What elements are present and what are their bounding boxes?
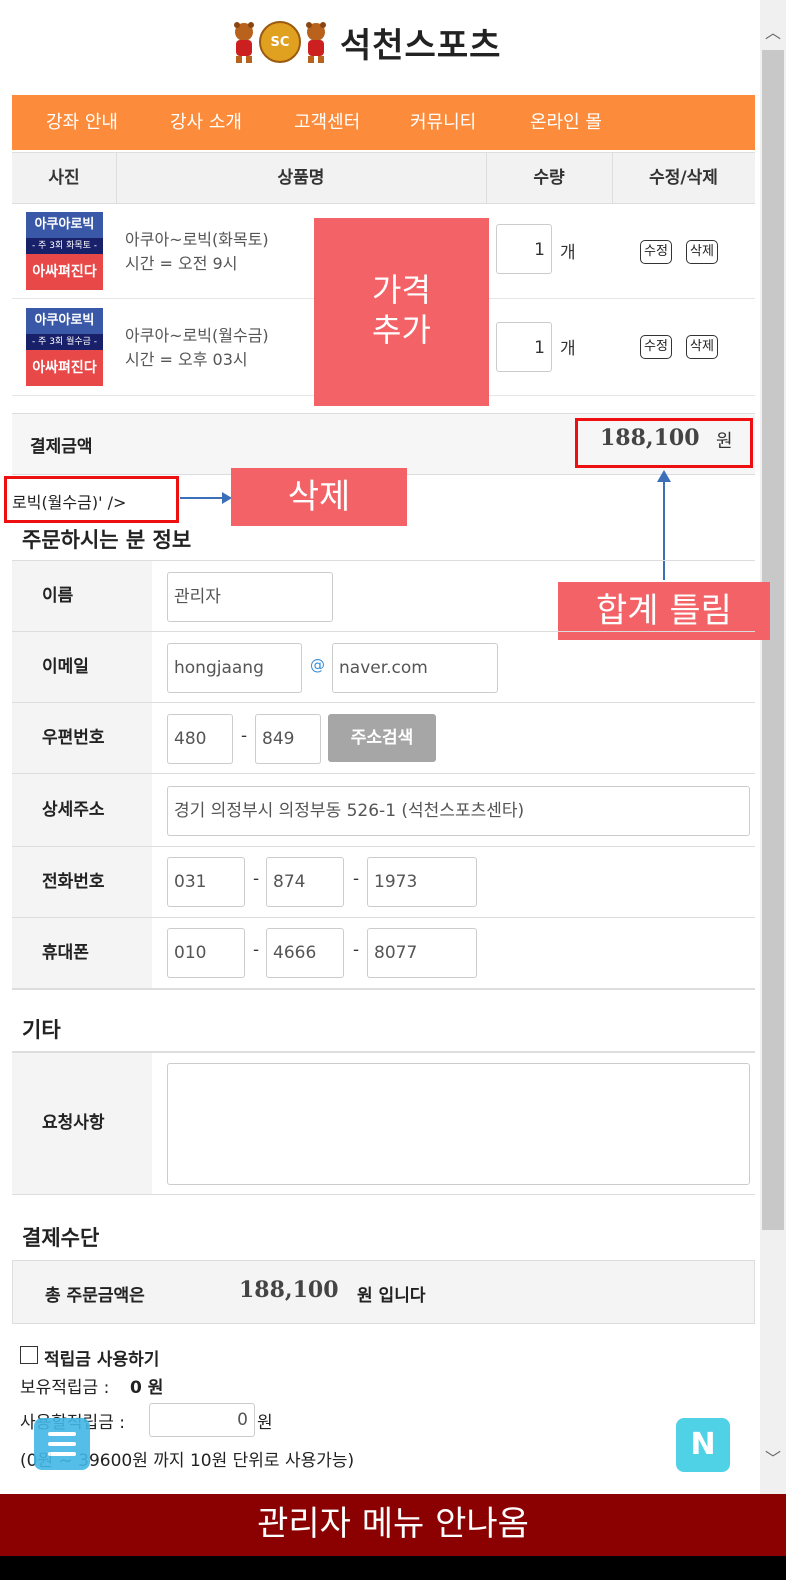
mobile-dash: - bbox=[253, 940, 260, 960]
product-thumbnail[interactable]: 아쿠아로빅 - 주 3회 화목토 - 아싸펴진다 bbox=[26, 212, 103, 290]
address-label: 상세주소 bbox=[12, 774, 152, 846]
phone-field-1[interactable]: 031 bbox=[167, 857, 245, 907]
quantity-unit: 개 bbox=[560, 339, 576, 359]
phone-field-3[interactable]: 1973 bbox=[367, 857, 477, 907]
annotation-price-add: 가격 추가 bbox=[314, 218, 489, 406]
site-title: 석천스포츠 bbox=[340, 25, 502, 66]
bear-mascot-icon bbox=[234, 22, 254, 63]
phone-field-2[interactable]: 874 bbox=[266, 857, 344, 907]
points-use-input[interactable]: 0 bbox=[149, 1403, 255, 1437]
name-field[interactable]: 관리자 bbox=[167, 572, 333, 622]
address-field[interactable]: 경기 의정부시 의정부동 526-1 (석천스포츠센타) bbox=[167, 786, 750, 836]
request-textarea[interactable] bbox=[167, 1063, 750, 1185]
nav-item-community[interactable]: 커뮤니티 bbox=[410, 95, 476, 150]
annotation-arrow bbox=[663, 480, 665, 580]
name-label: 이름 bbox=[12, 561, 152, 631]
phone-dash: - bbox=[353, 869, 360, 889]
email-at-sign: @ bbox=[310, 656, 325, 674]
mobile-label: 휴대폰 bbox=[12, 918, 152, 988]
logo-badge: SC bbox=[259, 21, 301, 63]
phone-dash: - bbox=[253, 869, 260, 889]
total-order-suffix: 원 입니다 bbox=[357, 1286, 426, 1306]
product-thumbnail[interactable]: 아쿠아로빅 - 주 3회 월수금 - 아싸펴진다 bbox=[26, 308, 103, 386]
points-checkbox-label[interactable]: 적립금 사용하기 bbox=[44, 1345, 159, 1370]
col-edit-delete: 수정/삭제 bbox=[649, 168, 718, 188]
payment-amount-unit: 원 bbox=[716, 431, 733, 452]
total-order-box: 총 주문금액은 188,100 원 입니다 bbox=[12, 1260, 755, 1324]
payment-amount-label: 결제금액 bbox=[30, 437, 93, 457]
hamburger-icon bbox=[48, 1432, 76, 1456]
nav-item-support[interactable]: 고객센터 bbox=[294, 95, 360, 150]
request-label: 요청사항 bbox=[12, 1053, 152, 1194]
nav-item-mall[interactable]: 온라인 몰 bbox=[530, 95, 602, 150]
quantity-unit: 개 bbox=[560, 243, 576, 263]
scrollbar-thumb[interactable] bbox=[762, 50, 784, 1230]
zip-dash: - bbox=[241, 726, 248, 746]
quantity-input[interactable]: 1 bbox=[496, 322, 552, 372]
zip-field-2[interactable]: 849 bbox=[255, 714, 321, 764]
col-photo: 사진 bbox=[48, 168, 80, 188]
brand-logo[interactable]: SC 석천스포츠 bbox=[230, 14, 501, 70]
mobile-dash: - bbox=[353, 940, 360, 960]
col-product-name: 상품명 bbox=[277, 168, 325, 188]
main-nav: 강좌 안내 강사 소개 고객센터 커뮤니티 온라인 몰 bbox=[12, 95, 755, 150]
scroll-up-icon[interactable]: ︿ bbox=[760, 18, 786, 48]
section-title-orderer: 주문하시는 분 정보 bbox=[22, 528, 192, 552]
product-name: 아쿠아~로빅(화목토) 시간 = 오전 9시 bbox=[125, 230, 269, 273]
scroll-down-icon[interactable]: ﹀ bbox=[760, 1444, 786, 1474]
email-id-field[interactable]: hongjaang bbox=[167, 643, 302, 693]
edit-button[interactable]: 수정 bbox=[640, 240, 672, 264]
delete-button[interactable]: 삭제 bbox=[686, 240, 718, 264]
points-checkbox[interactable] bbox=[20, 1346, 38, 1364]
address-search-button[interactable]: 주소검색 bbox=[328, 714, 436, 762]
col-quantity: 수량 bbox=[533, 168, 565, 188]
points-have-label: 보유적립금 : bbox=[20, 1378, 110, 1398]
zip-field-1[interactable]: 480 bbox=[167, 714, 233, 764]
email-domain-field[interactable]: naver.com bbox=[332, 643, 498, 693]
zip-label: 우편번호 bbox=[12, 703, 152, 773]
payment-amount-value: 188,100 bbox=[600, 425, 700, 451]
total-order-label: 총 주문금액은 bbox=[45, 1286, 145, 1306]
mobile-field-2[interactable]: 4666 bbox=[266, 928, 344, 978]
bear-mascot-icon bbox=[306, 22, 326, 63]
nav-item-courses[interactable]: 강좌 안내 bbox=[46, 95, 118, 150]
annotation-admin-menu: 관리자 메뉴 안나옴 bbox=[0, 1494, 786, 1556]
quantity-input[interactable]: 1 bbox=[496, 224, 552, 274]
phone-label: 전화번호 bbox=[12, 847, 152, 917]
floating-menu-button[interactable] bbox=[34, 1418, 90, 1470]
bottom-border bbox=[0, 1556, 786, 1580]
annotation-delete: 삭제 bbox=[231, 468, 407, 526]
delete-button[interactable]: 삭제 bbox=[686, 335, 718, 359]
annotation-arrow bbox=[180, 497, 226, 499]
mobile-field-3[interactable]: 8077 bbox=[367, 928, 477, 978]
edit-button[interactable]: 수정 bbox=[640, 335, 672, 359]
points-have-value: 0 원 bbox=[130, 1378, 164, 1398]
leaked-markup-text: 로빅(월수금)' /> bbox=[12, 493, 127, 512]
section-title-payment: 결제수단 bbox=[22, 1226, 100, 1250]
naver-n-icon[interactable]: N bbox=[676, 1418, 730, 1472]
email-label: 이메일 bbox=[12, 632, 152, 702]
mobile-field-1[interactable]: 010 bbox=[167, 928, 245, 978]
nav-item-instructors[interactable]: 강사 소개 bbox=[170, 95, 242, 150]
section-title-etc: 기타 bbox=[22, 1018, 61, 1042]
product-name: 아쿠아~로빅(월수금) 시간 = 오후 03시 bbox=[125, 326, 269, 369]
cart-table-header: 사진 상품명 수량 수정/삭제 bbox=[12, 152, 755, 204]
points-use-unit: 원 bbox=[257, 1413, 273, 1433]
total-order-amount: 188,100 bbox=[239, 1277, 339, 1303]
